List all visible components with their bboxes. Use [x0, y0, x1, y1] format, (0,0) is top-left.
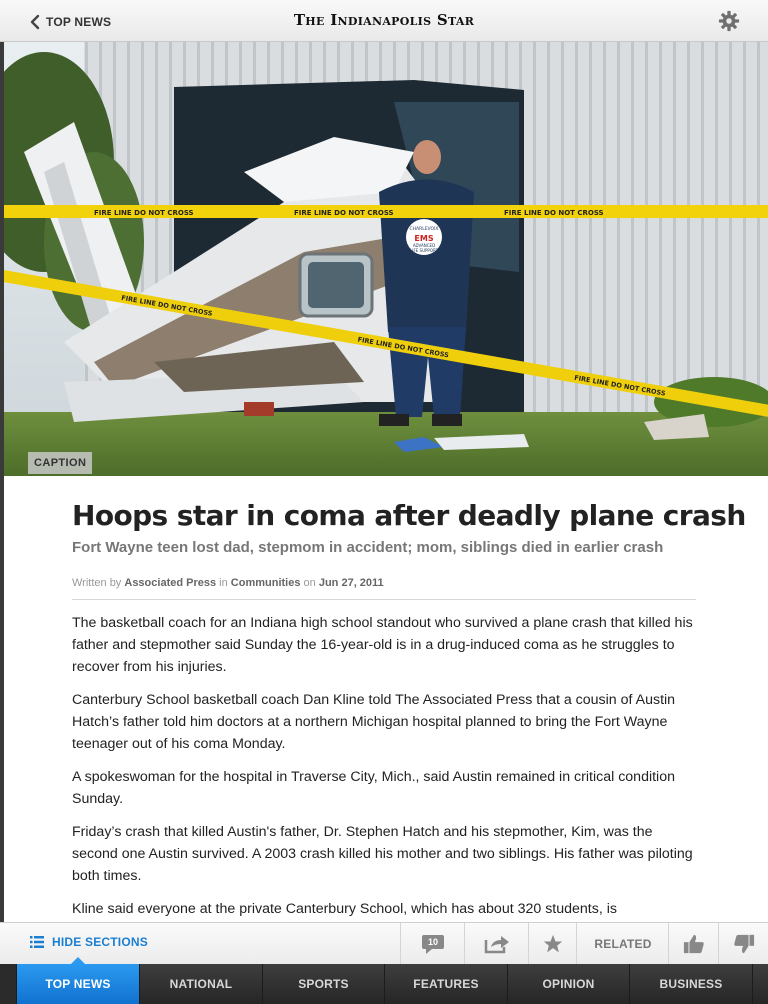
tab-label: OPINION — [542, 977, 595, 991]
article-subhead: Fort Wayne teen lost dad, stepmom in acc… — [72, 539, 664, 556]
favorite-button[interactable] — [528, 923, 577, 965]
article-paragraph: Kline said everyone at the private Cante… — [72, 901, 617, 917]
comments-button[interactable]: 10 — [400, 923, 465, 965]
tab-business[interactable]: BUSINESS — [629, 964, 752, 1004]
tape-text-3: FIRE LINE DO NOT CROSS — [504, 209, 604, 217]
article-paragraph: Friday’s crash that killed Austin's fath… — [72, 824, 693, 884]
star-icon — [543, 934, 563, 953]
tab-bar-left-gap — [0, 964, 16, 1004]
byline-date: Jun 27, 2011 — [318, 577, 384, 589]
tab-top-news[interactable]: TOP NEWS — [16, 957, 139, 1004]
tab-features[interactable]: FEATURES — [384, 964, 507, 1004]
related-label: RELATED — [594, 937, 652, 951]
thumbs-up-button[interactable] — [668, 923, 719, 965]
vest-text-bottom2: LIFE SUPPORT — [410, 248, 438, 253]
article-paragraph: The basketball coach for an Indiana high… — [72, 615, 693, 675]
thumbs-down-icon — [734, 934, 755, 954]
hide-sections-label: HIDE SECTIONS — [52, 935, 148, 949]
chevron-left-icon — [30, 14, 40, 30]
section-tab-bar: TOP NEWS NATIONAL SPORTS FEATURES OPINIO… — [0, 957, 768, 1004]
tab-national[interactable]: NATIONAL — [139, 964, 262, 1004]
byline-section[interactable]: Communities — [231, 577, 301, 589]
tape-text-2: FIRE LINE DO NOT CROSS — [294, 209, 394, 217]
vest-text-top: CHARLEVOIX — [409, 226, 438, 232]
tab-label: SPORTS — [298, 977, 349, 991]
thumbs-down-button[interactable] — [718, 923, 768, 965]
related-button[interactable]: RELATED — [576, 923, 669, 965]
tab-opinion[interactable]: OPINION — [507, 964, 629, 1004]
share-icon — [484, 936, 509, 954]
share-button[interactable] — [464, 923, 529, 965]
hide-sections-button[interactable]: HIDE SECTIONS — [30, 935, 148, 949]
comment-bubble: 10 — [421, 932, 445, 956]
vest-text-mid: EMS — [414, 234, 433, 243]
hero-photo[interactable]: CHARLEVOIX EMS ADVANCED LIFE SUPPORT FIR… — [4, 42, 768, 476]
plane-crash-photo: CHARLEVOIX EMS ADVANCED LIFE SUPPORT FIR… — [4, 42, 768, 476]
back-button-label: TOP NEWS — [46, 15, 112, 29]
byline-in: in — [219, 577, 228, 589]
byline-author[interactable]: Associated Press — [124, 577, 216, 589]
tab-label: FEATURES — [413, 977, 479, 991]
article-paragraph: Canterbury School basketball coach Dan K… — [72, 692, 676, 752]
article-paragraph: A spokeswoman for the hospital in Traver… — [72, 769, 675, 807]
tab-sports[interactable]: SPORTS — [262, 964, 384, 1004]
tab-bar-right-gap — [752, 964, 768, 1004]
article-action-bar: HIDE SECTIONS 10 RELATED — [0, 922, 768, 965]
tab-label: BUSINESS — [659, 977, 723, 991]
byline-on: on — [303, 577, 316, 589]
tab-label: NATIONAL — [169, 977, 233, 991]
list-icon — [30, 936, 44, 948]
article-headline: Hoops star in coma after deadly plane cr… — [72, 499, 746, 532]
back-button[interactable]: TOP NEWS — [30, 12, 111, 32]
thumbs-up-icon — [683, 934, 704, 954]
tape-text-1: FIRE LINE DO NOT CROSS — [94, 209, 194, 217]
top-bar: TOP NEWS The Indianapolis Star — [0, 0, 768, 42]
article: Hoops star in coma after deadly plane cr… — [72, 496, 746, 931]
masthead-logo: The Indianapolis Star — [0, 11, 768, 29]
caption-button[interactable]: CAPTION — [28, 452, 93, 474]
gear-icon[interactable] — [718, 10, 740, 32]
article-byline: Written by Associated Press in Communiti… — [72, 576, 696, 600]
masthead-text: The Indianapolis Star — [293, 11, 475, 29]
comment-count: 10 — [427, 937, 438, 947]
article-body: The basketball coach for an Indiana high… — [72, 612, 696, 920]
byline-written-by: Written by — [72, 577, 122, 589]
tab-label: TOP NEWS — [45, 977, 111, 991]
